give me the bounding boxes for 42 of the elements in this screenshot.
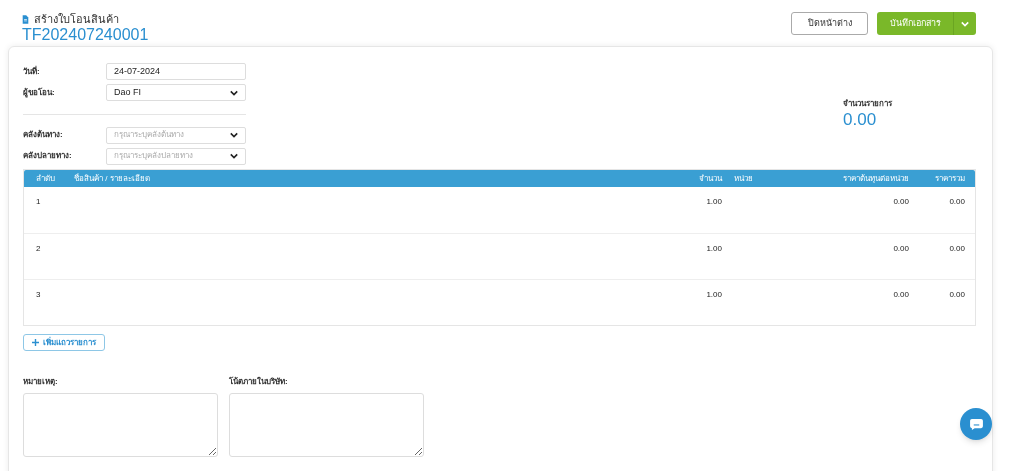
table-cell-text: 0.00 xyxy=(948,289,966,301)
input-field[interactable]: 24-07-2024 xyxy=(106,63,246,81)
field-label: คลังปลายทาง: xyxy=(23,150,73,163)
dropdown-field[interactable]: กรุณาระบุคลังต้นทาง xyxy=(106,126,246,144)
summary-label: จำนวนรายการ xyxy=(843,98,892,110)
column-header: หน่วย xyxy=(733,172,754,185)
table-cell-text: 2 xyxy=(35,243,42,255)
table-cell-text: 0.00 xyxy=(892,289,909,301)
field-label: โน้ตภายในบริษัท: xyxy=(229,376,289,388)
add-row-button[interactable]: เพิ่มแถวรายการ xyxy=(23,334,105,351)
column-header: ลำดับ xyxy=(35,172,56,185)
dropdown-field[interactable]: กรุณาระบุคลังปลายทาง xyxy=(106,147,246,165)
table-cell-text: 3 xyxy=(35,289,42,301)
dropdown-field[interactable]: Dao FI xyxy=(106,84,246,102)
chevron-down-icon xyxy=(230,132,238,139)
chat-button[interactable] xyxy=(960,408,992,440)
field-label: วันที่: xyxy=(23,65,41,78)
column-header: ราคาต้นทุนต่อหน่วย xyxy=(842,172,909,185)
document-icon xyxy=(22,14,29,24)
field-label: คลังต้นทาง: xyxy=(23,129,64,142)
column-header: ชื่อสินค้า / รายละเอียด xyxy=(74,172,151,185)
field-label: ผู้ขอโอน: xyxy=(23,86,56,99)
close-button[interactable]: ปิดหน้าต่าง xyxy=(791,12,868,35)
table-cell-text: 0.00 xyxy=(948,243,966,255)
column-header: จำนวน xyxy=(698,172,722,185)
chevron-down-icon xyxy=(961,20,969,27)
document-number: TF202407240001 xyxy=(22,26,149,44)
chevron-down-icon xyxy=(230,89,238,96)
table-cell-text: 1.00 xyxy=(705,196,722,208)
field-label: หมายเหตุ: xyxy=(23,376,59,388)
table-cell-text: 0.00 xyxy=(948,196,966,208)
table-cell-text: 1 xyxy=(35,196,42,208)
table-cell-text: 0.00 xyxy=(892,243,909,255)
plus-icon xyxy=(32,339,39,346)
table-cell-text: 1.00 xyxy=(705,243,722,255)
table-cell-text: 0.00 xyxy=(892,196,909,208)
chevron-down-icon xyxy=(230,153,238,160)
column-header: ราคารวม xyxy=(934,172,966,185)
page-title: สร้างใบโอนสินค้า xyxy=(34,12,119,26)
table-cell-text: 1.00 xyxy=(705,289,722,301)
summary-value: 0.00 xyxy=(843,110,878,130)
chat-icon xyxy=(969,418,983,430)
